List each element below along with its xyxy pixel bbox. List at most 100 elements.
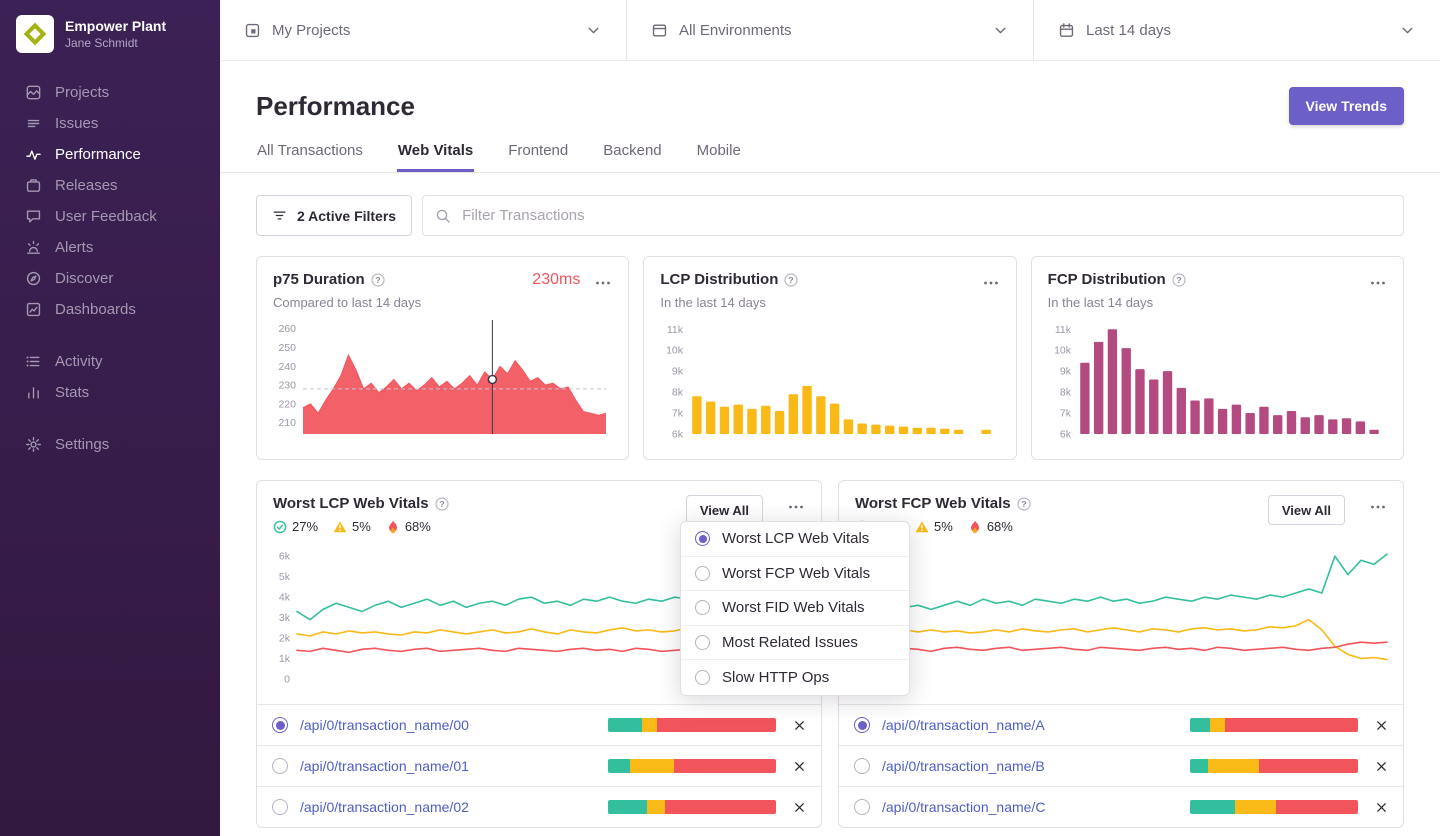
sidebar-item-alerts[interactable]: Alerts [0,232,220,263]
poor-percent: 68% [987,519,1013,534]
sidebar-item-projects[interactable]: Projects [0,77,220,108]
menu-item-worst-fid[interactable]: Worst FID Web Vitals [681,591,909,626]
tab-mobile[interactable]: Mobile [696,142,742,172]
help-icon[interactable]: ? [1017,497,1031,511]
transaction-link[interactable]: /api/0/transaction_name/B [882,758,1045,774]
row-radio[interactable] [854,758,870,774]
sidebar-item-settings[interactable]: Settings [0,429,220,460]
svg-text:3k: 3k [279,612,291,624]
svg-text:6k: 6k [672,429,684,441]
lcp-distribution-card: LCP Distribution ? In the last 14 days 6… [643,256,1016,460]
table-row[interactable]: /api/0/transaction_name/C [839,786,1403,827]
org-switcher[interactable]: Empower Plant Jane Schmidt [0,0,220,77]
close-icon[interactable] [793,760,806,773]
sidebar-item-issues[interactable]: Issues [0,108,220,139]
sidebar-item-label: Discover [55,270,113,287]
table-row[interactable]: /api/0/transaction_name/B [839,745,1403,786]
menu-item-worst-fcp[interactable]: Worst FCP Web Vitals [681,557,909,592]
chevron-down-icon [992,22,1009,39]
row-radio[interactable] [272,717,288,733]
card-title: LCP Distribution [660,271,778,288]
help-icon[interactable]: ? [1172,273,1186,287]
p75-duration-chart: 210220230240250260 [273,315,612,441]
tab-backend[interactable]: Backend [602,142,662,172]
svg-text:9k: 9k [672,366,684,378]
table-row[interactable]: /api/0/transaction_name/00 [257,704,821,745]
active-filters-button[interactable]: 2 Active Filters [256,195,412,236]
menu-radio[interactable] [695,670,710,685]
more-options-icon[interactable] [787,495,805,516]
tab-frontend[interactable]: Frontend [507,142,569,172]
vitals-type-menu: Worst LCP Web Vitals Worst FCP Web Vital… [680,521,910,696]
transaction-link[interactable]: /api/0/transaction_name/A [882,717,1045,733]
help-icon[interactable]: ? [435,497,449,511]
environment-selector[interactable]: All Environments [627,0,1034,60]
vitals-breakdown-bar [1190,718,1358,732]
sidebar-item-discover[interactable]: Discover [0,263,220,294]
menu-radio[interactable] [695,600,710,615]
card-title: FCP Distribution [1048,271,1166,288]
vitals-summary-cards: p75 Duration ? 230ms Compared to last 14… [256,256,1404,460]
sidebar-item-performance[interactable]: Performance [0,139,220,170]
menu-item-label: Worst FCP Web Vitals [722,565,870,582]
filter-icon [272,208,287,223]
project-selector-label: My Projects [272,22,574,39]
help-icon[interactable]: ? [784,273,798,287]
more-options-icon[interactable] [594,271,612,292]
vitals-breakdown-bar [608,800,776,814]
row-radio[interactable] [272,799,288,815]
tab-web-vitals[interactable]: Web Vitals [397,142,474,172]
transaction-link[interactable]: /api/0/transaction_name/02 [300,799,469,815]
row-radio[interactable] [854,717,870,733]
sidebar-item-stats[interactable]: Stats [0,377,220,408]
close-icon[interactable] [1375,801,1388,814]
more-options-icon[interactable] [1369,271,1387,292]
menu-item-worst-lcp[interactable]: Worst LCP Web Vitals [681,522,909,557]
svg-text:260: 260 [278,323,296,335]
project-selector[interactable]: My Projects [220,0,627,60]
tab-all-transactions[interactable]: All Transactions [256,142,364,172]
search-input[interactable] [422,195,1404,236]
table-row[interactable]: /api/0/transaction_name/02 [257,786,821,827]
menu-radio[interactable] [695,566,710,581]
transaction-link[interactable]: /api/0/transaction_name/00 [300,717,469,733]
card-subtitle: In the last 14 days [1048,295,1387,310]
table-row[interactable]: /api/0/transaction_name/01 [257,745,821,786]
menu-item-label: Worst LCP Web Vitals [722,530,869,547]
view-all-button[interactable]: View All [1268,495,1345,525]
row-radio[interactable] [854,799,870,815]
svg-text:7k: 7k [1060,408,1072,420]
close-icon[interactable] [793,801,806,814]
transaction-link[interactable]: /api/0/transaction_name/01 [300,758,469,774]
menu-item-label: Most Related Issues [722,634,858,651]
more-options-icon[interactable] [982,271,1000,292]
help-icon[interactable]: ? [371,273,385,287]
more-options-icon[interactable] [1369,495,1387,516]
close-icon[interactable] [793,719,806,732]
meh-percent: 5% [934,519,953,534]
transaction-link[interactable]: /api/0/transaction_name/C [882,799,1045,815]
page-title: Performance [256,91,415,122]
sidebar-item-user-feedback[interactable]: User Feedback [0,201,220,232]
menu-radio[interactable] [695,635,710,650]
meh-percent: 5% [352,519,371,534]
date-range-selector[interactable]: Last 14 days [1034,0,1440,60]
row-radio[interactable] [272,758,288,774]
menu-item-most-related-issues[interactable]: Most Related Issues [681,626,909,661]
vitals-breakdown-bar [608,759,776,773]
warning-icon [915,520,929,534]
menu-item-slow-http-ops[interactable]: Slow HTTP Ops [681,660,909,695]
sidebar-item-activity[interactable]: Activity [0,346,220,377]
sidebar-item-label: Performance [55,146,141,163]
releases-icon [25,177,42,194]
close-icon[interactable] [1375,719,1388,732]
table-row[interactable]: /api/0/transaction_name/A [839,704,1403,745]
menu-radio[interactable] [695,531,710,546]
user-feedback-icon [25,208,42,225]
close-icon[interactable] [1375,760,1388,773]
sidebar-item-releases[interactable]: Releases [0,170,220,201]
svg-text:6k: 6k [279,551,291,563]
sidebar-item-dashboards[interactable]: Dashboards [0,294,220,325]
view-trends-button[interactable]: View Trends [1289,87,1404,125]
org-logo [16,15,54,53]
